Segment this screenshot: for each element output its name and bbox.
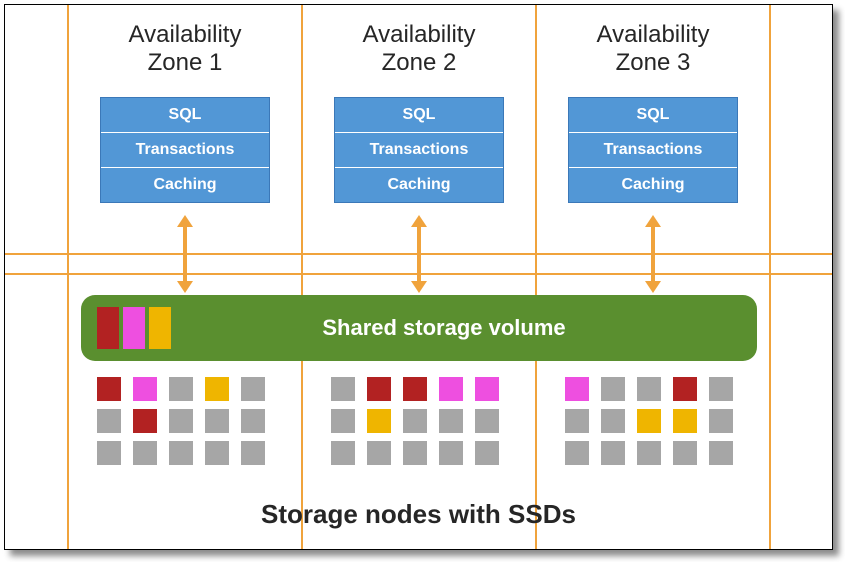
storage-block-gray — [637, 441, 661, 465]
storage-block-gray — [475, 441, 499, 465]
storage-block-gray — [241, 377, 265, 401]
grid-vertical-az2-az3 — [535, 5, 537, 549]
storage-block-red — [673, 377, 697, 401]
storage-block-red — [133, 409, 157, 433]
compute-layer-sql: SQL — [101, 98, 269, 132]
storage-block-gray — [709, 409, 733, 433]
storage-block-gray — [565, 441, 589, 465]
az-title-text: AvailabilityZone 1 — [129, 21, 242, 76]
storage-block-gray — [331, 409, 355, 433]
grid-vertical-az1-az2 — [301, 5, 303, 549]
compute-stack-az3: SQL Transactions Caching — [568, 97, 738, 203]
arrow-head-up-icon — [177, 215, 193, 227]
grid-vertical-right — [769, 5, 771, 549]
storage-row — [565, 441, 733, 465]
shared-storage-volume: Shared storage volume — [81, 295, 757, 361]
storage-block-gray — [439, 409, 463, 433]
storage-block-gray — [169, 377, 193, 401]
storage-block-magenta — [475, 377, 499, 401]
storage-block-gray — [565, 409, 589, 433]
storage-block-gray — [403, 441, 427, 465]
compute-layer-caching: Caching — [101, 167, 269, 202]
arrow-az3 — [646, 215, 660, 293]
storage-block-gray — [709, 441, 733, 465]
volume-chips — [97, 307, 171, 349]
compute-layer-transactions: Transactions — [569, 132, 737, 167]
arrow-head-down-icon — [177, 281, 193, 293]
storage-block-gray — [331, 441, 355, 465]
storage-block-gray — [241, 441, 265, 465]
az-title-2: AvailabilityZone 2 — [309, 21, 529, 76]
storage-block-gray — [205, 441, 229, 465]
compute-stack-az2: SQL Transactions Caching — [334, 97, 504, 203]
storage-block-gold — [205, 377, 229, 401]
arrow-shaft — [183, 227, 187, 281]
storage-block-red — [97, 377, 121, 401]
storage-block-gray — [637, 377, 661, 401]
storage-block-gray — [169, 409, 193, 433]
storage-block-gray — [97, 441, 121, 465]
az-title-1: AvailabilityZone 1 — [75, 21, 295, 76]
storage-group-az3 — [565, 377, 733, 465]
arrow-head-up-icon — [411, 215, 427, 227]
compute-layer-sql: SQL — [569, 98, 737, 132]
storage-row — [331, 377, 499, 401]
storage-block-gray — [601, 409, 625, 433]
storage-row — [97, 409, 265, 433]
storage-row — [331, 441, 499, 465]
storage-block-gray — [331, 377, 355, 401]
storage-block-magenta — [565, 377, 589, 401]
arrow-shaft — [651, 227, 655, 281]
storage-block-gray — [241, 409, 265, 433]
compute-layer-caching: Caching — [335, 167, 503, 202]
compute-stack-az1: SQL Transactions Caching — [100, 97, 270, 203]
compute-layer-sql: SQL — [335, 98, 503, 132]
az-title-text: AvailabilityZone 2 — [363, 21, 476, 76]
storage-row — [97, 441, 265, 465]
storage-row — [331, 409, 499, 433]
storage-block-red — [403, 377, 427, 401]
storage-row — [565, 409, 733, 433]
grid-vertical-left — [67, 5, 69, 549]
storage-block-gold — [637, 409, 661, 433]
storage-block-gray — [601, 377, 625, 401]
storage-row — [97, 377, 265, 401]
storage-block-gray — [169, 441, 193, 465]
az-title-text: AvailabilityZone 3 — [597, 21, 710, 76]
storage-row — [565, 377, 733, 401]
compute-layer-transactions: Transactions — [335, 132, 503, 167]
arrow-head-up-icon — [645, 215, 661, 227]
az-title-3: AvailabilityZone 3 — [543, 21, 763, 76]
storage-block-gray — [601, 441, 625, 465]
storage-block-gray — [205, 409, 229, 433]
chip-red — [97, 307, 119, 349]
arrow-az2 — [412, 215, 426, 293]
compute-layer-transactions: Transactions — [101, 132, 269, 167]
storage-block-gray — [97, 409, 121, 433]
diagram-frame: AvailabilityZone 1 AvailabilityZone 2 Av… — [4, 4, 833, 550]
arrow-head-down-icon — [645, 281, 661, 293]
storage-block-gray — [439, 441, 463, 465]
chip-gold — [149, 307, 171, 349]
arrow-az1 — [178, 215, 192, 293]
storage-block-gray — [133, 441, 157, 465]
storage-block-magenta — [133, 377, 157, 401]
storage-caption: Storage nodes with SSDs — [5, 499, 832, 530]
arrow-head-down-icon — [411, 281, 427, 293]
storage-block-gold — [367, 409, 391, 433]
shared-volume-label: Shared storage volume — [171, 315, 757, 341]
storage-block-gray — [709, 377, 733, 401]
chip-magenta — [123, 307, 145, 349]
storage-block-gray — [673, 441, 697, 465]
storage-block-red — [367, 377, 391, 401]
storage-block-gray — [475, 409, 499, 433]
storage-group-az1 — [97, 377, 265, 465]
storage-block-gray — [403, 409, 427, 433]
storage-block-gray — [367, 441, 391, 465]
storage-block-magenta — [439, 377, 463, 401]
storage-group-az2 — [331, 377, 499, 465]
compute-layer-caching: Caching — [569, 167, 737, 202]
storage-block-gold — [673, 409, 697, 433]
arrow-shaft — [417, 227, 421, 281]
